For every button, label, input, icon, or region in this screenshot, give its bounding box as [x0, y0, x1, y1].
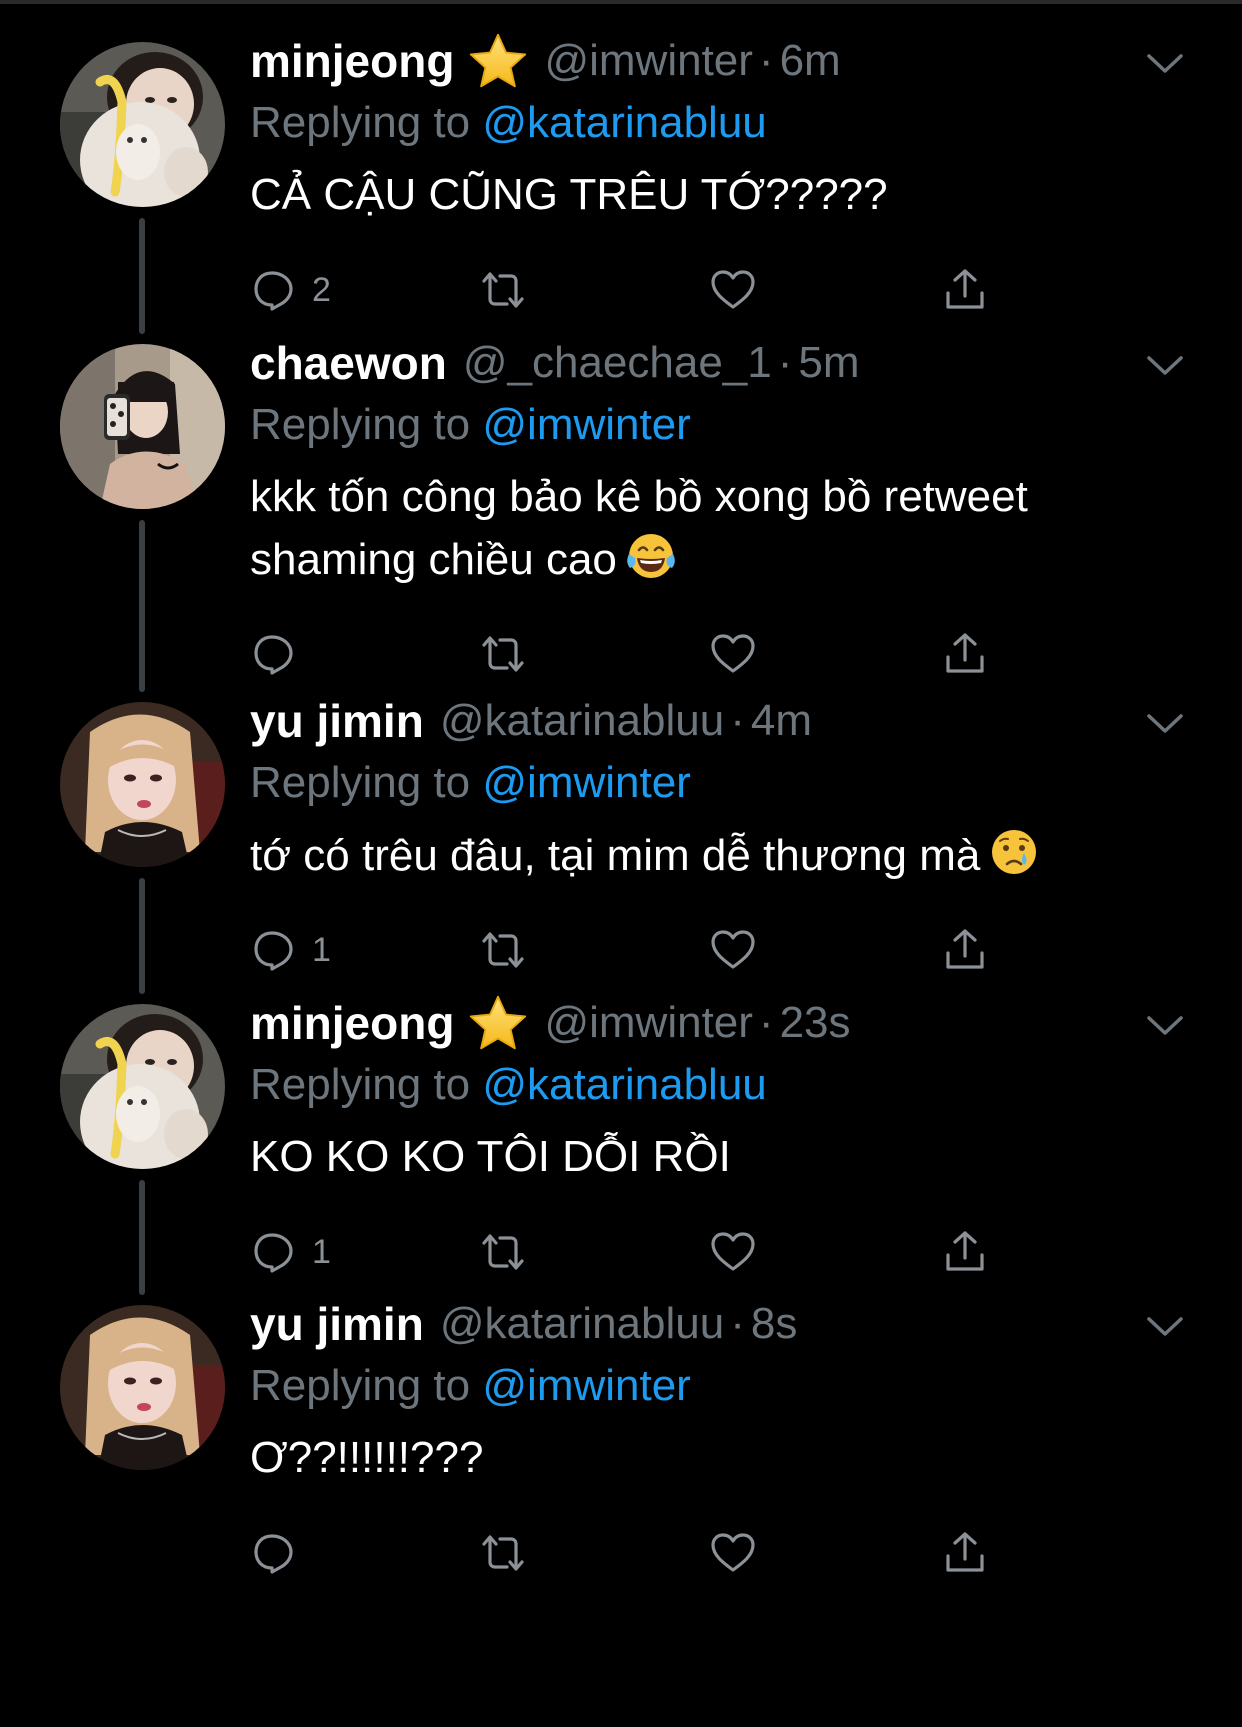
display-name[interactable]: yu jimin [250, 1297, 424, 1351]
replying-to-line: Replying to @katarinabluu [250, 92, 1150, 154]
avatar[interactable] [60, 1004, 225, 1169]
tweet-header: minjeong @imwinter · 6m [250, 30, 1150, 92]
share-icon [940, 1528, 990, 1578]
username-handle[interactable]: @_chaechae_1 [463, 338, 772, 388]
chevron-down-icon[interactable] [1145, 354, 1185, 378]
tweet-text: KO KO KO TÔI DỖI RỒI [250, 1126, 1150, 1188]
avatar[interactable] [60, 42, 225, 207]
mention-link[interactable]: @imwinter [482, 400, 690, 449]
username-handle[interactable]: @katarinabluu [440, 696, 724, 746]
separator-dot: · [777, 338, 793, 387]
chevron-down-icon[interactable] [1145, 52, 1185, 76]
separator-dot: · [730, 696, 745, 745]
replying-to-prefix: Replying to [250, 400, 471, 449]
tweet-text: kkk tốn công bảo kê bồ xong bồ retweet s… [250, 466, 1150, 591]
avatar[interactable] [60, 344, 225, 509]
chevron-down-icon[interactable] [1145, 1014, 1185, 1038]
tweet-header: chaewon @_chaechae_1 · 5m [250, 332, 1150, 394]
username-handle[interactable]: @imwinter [544, 36, 752, 86]
reply-thread: minjeong @imwinter · 6m Replying to @katarin… [0, 0, 1242, 1727]
tweet-2: chaewon @_chaechae_1 · 5m Replying to @imwin… [0, 302, 1242, 692]
tweet-text: CẢ CẬU CŨNG TRÊU TỚ????? [250, 164, 1150, 226]
display-name[interactable]: yu jimin [250, 694, 424, 748]
timestamp[interactable]: 5m [798, 338, 859, 388]
tweet-header: yu jimin @katarinabluu · 8s [250, 1293, 1150, 1355]
replying-to-prefix: Replying to [250, 1060, 471, 1109]
tweet-content: chaewon @_chaechae_1 · 5m Replying to @imwin… [250, 332, 1150, 591]
replying-to-line: Replying to @imwinter [250, 752, 1150, 814]
replying-to-prefix: Replying to [250, 98, 471, 147]
mention-link[interactable]: @imwinter [482, 758, 690, 807]
star-emoji-icon [468, 993, 528, 1053]
separator-dot: · [758, 36, 774, 85]
tweet-actions [250, 1523, 1030, 1583]
tweet-content: yu jimin @katarinabluu · 4m Replying to @imw… [250, 690, 1150, 887]
avatar[interactable] [60, 702, 225, 867]
tweet-content: minjeong @imwinter · 23s Replying to @katari… [250, 992, 1150, 1188]
timestamp[interactable]: 4m [751, 696, 812, 746]
retweet-icon [478, 1528, 528, 1578]
username-handle[interactable]: @imwinter [544, 998, 752, 1048]
mention-link[interactable]: @katarinabluu [482, 98, 766, 147]
display-name[interactable]: minjeong [250, 34, 454, 88]
separator-dot: · [758, 998, 774, 1047]
chevron-down-icon[interactable] [1145, 712, 1185, 736]
like-button[interactable] [708, 1523, 758, 1583]
retweet-button[interactable] [478, 1523, 528, 1583]
like-icon [708, 1528, 758, 1578]
timestamp[interactable]: 6m [780, 36, 841, 86]
tweet-text: Ơ??!!!!!!??? [250, 1427, 1150, 1489]
tweet-header: yu jimin @katarinabluu · 4m [250, 690, 1150, 752]
timestamp[interactable]: 23s [780, 998, 851, 1048]
mention-link[interactable]: @katarinabluu [482, 1060, 766, 1109]
replying-to-line: Replying to @katarinabluu [250, 1054, 1150, 1116]
tweet-text-content: tớ có trêu đâu, tại mim dễ thương mà [250, 831, 981, 880]
replying-to-line: Replying to @imwinter [250, 1355, 1150, 1417]
username-handle[interactable]: @katarinabluu [440, 1299, 724, 1349]
tweet-text-content: Ơ??!!!!!!??? [250, 1433, 484, 1482]
crying-face-emoji-icon [986, 824, 1042, 880]
tweet-5: yu jimin @katarinabluu · 8s Replying to @imw… [0, 1263, 1242, 1595]
reply-icon [250, 1528, 300, 1578]
replying-to-prefix: Replying to [250, 1361, 471, 1410]
replying-to-prefix: Replying to [250, 758, 471, 807]
tweet-4: minjeong @imwinter · 23s Replying to @katari… [0, 962, 1242, 1295]
tweet-header: minjeong @imwinter · 23s [250, 992, 1150, 1054]
tweet-content: yu jimin @katarinabluu · 8s Replying to @imw… [250, 1293, 1150, 1489]
tweet-text: tớ có trêu đâu, tại mim dễ thương mà [250, 824, 1150, 887]
reply-button[interactable] [250, 1523, 300, 1583]
tweet-content: minjeong @imwinter · 6m Replying to @katarin… [250, 30, 1150, 226]
face-with-tears-of-joy-emoji-icon [623, 528, 679, 584]
timestamp[interactable]: 8s [751, 1299, 797, 1349]
tweet-text-content: KO KO KO TÔI DỖI RỒI [250, 1132, 731, 1181]
tweet-text-content: CẢ CẬU CŨNG TRÊU TỚ????? [250, 170, 888, 219]
star-emoji-icon [468, 31, 528, 91]
mention-link[interactable]: @imwinter [482, 1361, 690, 1410]
share-button[interactable] [940, 1523, 990, 1583]
replying-to-line: Replying to @imwinter [250, 394, 1150, 456]
separator-dot: · [730, 1299, 745, 1348]
avatar[interactable] [60, 1305, 225, 1470]
display-name[interactable]: chaewon [250, 336, 447, 390]
chevron-down-icon[interactable] [1145, 1315, 1185, 1339]
display-name[interactable]: minjeong [250, 996, 454, 1050]
tweet-3: yu jimin @katarinabluu · 4m Replying to @imw… [0, 660, 1242, 994]
tweet-1: minjeong @imwinter · 6m Replying to @katarin… [0, 0, 1242, 334]
